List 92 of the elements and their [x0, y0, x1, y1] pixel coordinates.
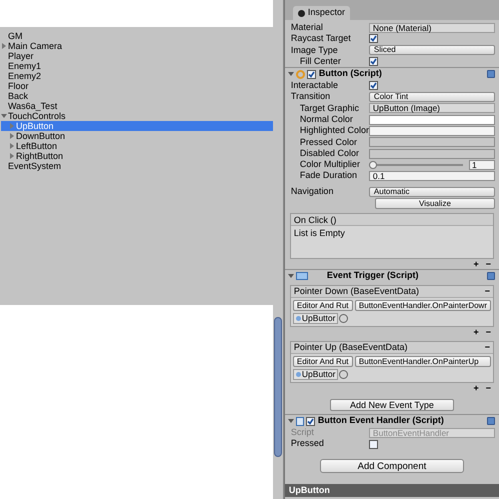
selection-bar: UpButton [284, 484, 499, 497]
color-field[interactable] [368, 126, 495, 136]
hierarchy-item[interactable]: Back [1, 91, 273, 101]
property-label: Image Type [290, 44, 339, 57]
property-label: Script [290, 426, 315, 440]
dropdown[interactable]: Sliced [368, 45, 495, 56]
expanded-triangle-icon[interactable] [1, 113, 7, 119]
runtime-dropdown[interactable]: Editor And Rut [292, 300, 353, 312]
info-icon [298, 10, 305, 16]
expanded-triangle-icon[interactable] [288, 273, 294, 280]
collapsed-triangle-icon[interactable] [1, 43, 7, 49]
hierarchy-item[interactable]: Main Camera [1, 41, 273, 51]
scrollbar[interactable] [274, 317, 282, 457]
remove-button[interactable]: − [484, 284, 490, 298]
checkbox[interactable] [368, 81, 378, 90]
script-icon [296, 372, 301, 378]
hierarchy-item[interactable]: RightButton [1, 151, 273, 161]
property-label: Interactable [290, 79, 339, 92]
add-button[interactable]: + [473, 259, 479, 270]
property-label: Transition [290, 90, 332, 104]
color-field[interactable] [368, 148, 495, 159]
hierarchy-item[interactable]: TouchControls [1, 111, 273, 121]
event-title: Pointer Down (BaseEventData) [294, 284, 420, 298]
script-icon [296, 272, 308, 280]
property-label: Raycast Target [290, 32, 352, 46]
function-dropdown[interactable]: ButtonEventHandler.OnPainterUp [354, 356, 491, 368]
hierarchy-item[interactable]: Player [1, 51, 273, 61]
dropdown[interactable]: Color Tint [368, 92, 495, 102]
slider-thumb[interactable] [368, 160, 377, 169]
hierarchy-item[interactable]: DownButton [1, 131, 273, 141]
property-label: Pressed [290, 437, 325, 450]
hierarchy-item[interactable]: EventSystem [1, 161, 273, 171]
component-title: Event Trigger (Script) [326, 269, 418, 282]
checkbox[interactable] [368, 57, 378, 66]
property-label: Material [290, 20, 324, 34]
runtime-dropdown[interactable]: Editor And Rut [292, 356, 353, 368]
function-dropdown[interactable]: ButtonEventHandler.OnPainterDowr [354, 300, 491, 312]
hierarchy-item[interactable]: Was6a_Test [1, 101, 273, 111]
checkbox[interactable] [368, 440, 378, 449]
object-field[interactable]: None (Material) [368, 22, 495, 33]
hierarchy-item[interactable]: LeftButton [1, 141, 273, 151]
property-label: Target Graphic [298, 102, 360, 115]
property-label: Disabled Color [298, 146, 360, 160]
property-label: Pressed Color [298, 136, 358, 149]
script-icon [296, 316, 301, 322]
property-label: Fade Duration [298, 169, 358, 182]
expanded-triangle-icon[interactable] [288, 418, 294, 424]
number-field[interactable]: 0.1 [368, 171, 495, 182]
visualize-button[interactable]: Visualize [374, 198, 495, 210]
inspector-tab[interactable]: Inspector [292, 6, 350, 20]
event-title: On Click () [290, 214, 493, 226]
object-field[interactable]: UpButtor [292, 369, 338, 380]
hierarchy-item[interactable]: UpButton [1, 121, 273, 131]
button-component-icon [296, 70, 305, 79]
expanded-triangle-icon[interactable] [288, 71, 294, 78]
script-icon [296, 416, 304, 426]
checkbox[interactable] [306, 416, 315, 426]
object-picker-icon[interactable] [339, 370, 348, 380]
checkbox[interactable] [306, 70, 316, 79]
remove-button[interactable]: − [486, 327, 491, 338]
slider-track[interactable] [368, 164, 463, 166]
help-icon[interactable] [487, 70, 495, 78]
remove-button[interactable]: − [484, 340, 490, 354]
help-icon[interactable] [487, 417, 495, 426]
color-field[interactable] [368, 137, 495, 148]
event-title: Pointer Up (BaseEventData) [294, 340, 408, 354]
add-event-type-button[interactable]: Add New Event Type [330, 399, 454, 412]
object-field[interactable]: UpButtor [292, 313, 338, 324]
property-label: Navigation [290, 184, 334, 198]
hierarchy-item[interactable]: Enemy1 [1, 61, 273, 71]
empty-list-text: List is Empty [292, 227, 346, 240]
object-picker-icon[interactable] [339, 314, 348, 324]
remove-button[interactable]: − [486, 383, 491, 394]
color-field[interactable] [368, 114, 495, 125]
add-button[interactable]: + [473, 327, 479, 338]
object-field[interactable]: UpButton (Image) [368, 103, 495, 114]
dropdown[interactable]: Automatic [368, 186, 495, 196]
property-label: Color Multiplier [298, 158, 361, 172]
hierarchy-item[interactable]: GM [1, 31, 273, 41]
checkbox[interactable] [368, 34, 378, 44]
property-label: Fill Center [298, 55, 342, 68]
help-icon[interactable] [487, 272, 495, 280]
hierarchy-item[interactable]: Enemy2 [1, 71, 273, 81]
hierarchy-item[interactable]: Floor [1, 81, 273, 91]
property-label: Normal Color [298, 113, 354, 126]
component-title: Button Event Handler (Script) [318, 414, 444, 428]
add-component-button[interactable]: Add Component [320, 458, 464, 473]
number-field[interactable]: 1 [469, 160, 495, 170]
remove-button[interactable]: − [486, 259, 491, 270]
add-button[interactable]: + [473, 383, 479, 394]
component-title: Button (Script) [318, 67, 382, 80]
property-label: Highlighted Color [298, 124, 369, 138]
